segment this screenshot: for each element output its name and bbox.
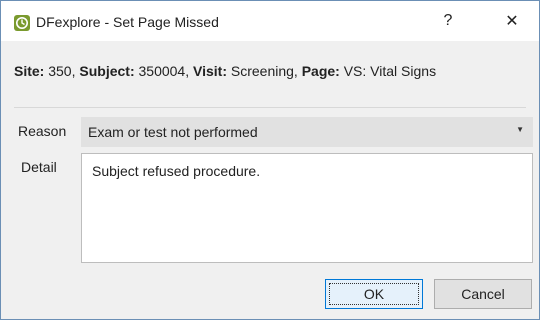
reason-label: Reason — [18, 123, 67, 139]
window-title: DFexplore - Set Page Missed — [36, 14, 219, 30]
cancel-button-label: Cancel — [461, 286, 505, 302]
page-info: Site: 350, Subject: 350004, Visit: Scree… — [14, 63, 437, 79]
detail-label: Detail — [21, 159, 57, 175]
subject-value: 350004 — [138, 63, 186, 79]
subject-label: Subject: — [79, 63, 135, 79]
page-value: VS: Vital Signs — [343, 63, 437, 79]
dfexplore-app-icon — [14, 15, 30, 31]
site-value: 350 — [48, 63, 72, 79]
focus-ring — [329, 283, 419, 305]
ok-button[interactable]: OK — [325, 279, 423, 309]
set-page-missed-dialog: DFexplore - Set Page Missed ? ✕ Site: 35… — [0, 0, 540, 320]
close-icon[interactable]: ✕ — [489, 1, 535, 41]
help-button[interactable]: ? — [425, 1, 471, 41]
chevron-down-icon: ▼ — [516, 125, 524, 134]
cancel-button[interactable]: Cancel — [434, 279, 532, 309]
detail-textarea[interactable]: Subject refused procedure. — [81, 153, 533, 263]
reason-select[interactable]: Exam or test not performed ▼ — [81, 117, 533, 147]
site-label: Site: — [14, 63, 45, 79]
title-bar[interactable]: DFexplore - Set Page Missed ? ✕ — [1, 1, 539, 41]
page-label: Page: — [301, 63, 340, 79]
reason-selected-value: Exam or test not performed — [88, 124, 258, 140]
visit-label: Visit: — [193, 63, 227, 79]
separator — [14, 107, 526, 108]
visit-value: Screening — [230, 63, 294, 79]
